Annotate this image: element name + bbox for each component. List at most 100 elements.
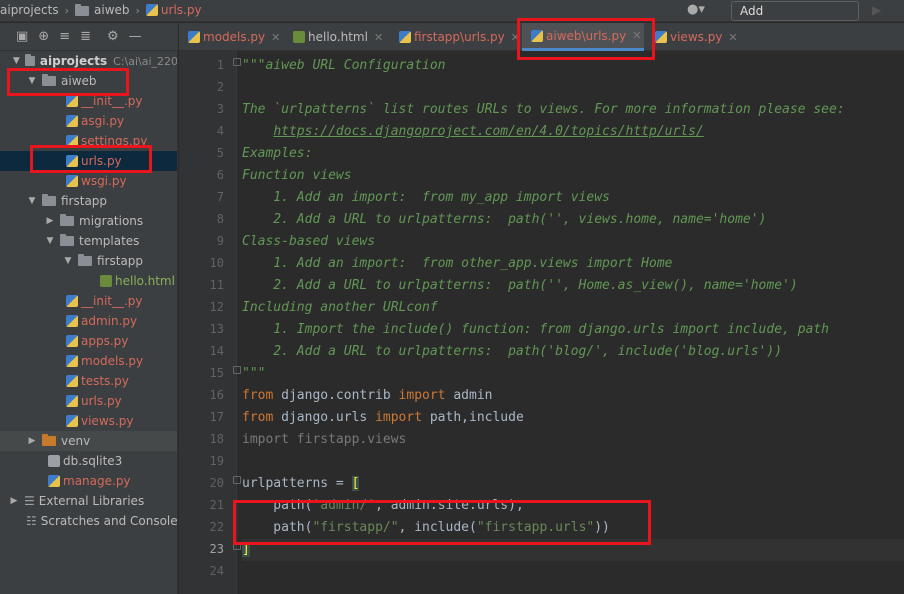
chevron-right-icon[interactable]: ▶	[26, 436, 38, 446]
gear-icon[interactable]: ⚙	[107, 29, 119, 44]
code-line[interactable]: 1. Add an import: from my_app import vie…	[242, 187, 610, 209]
tab-hello-html[interactable]: hello.html ✕	[284, 23, 390, 51]
tab-aiweb-urls[interactable]: aiweb\urls.py ✕	[522, 23, 644, 51]
tree-item-file[interactable]: admin.py	[0, 311, 177, 331]
code-line[interactable]: 2. Add a URL to urlpatterns: path('blog/…	[242, 341, 782, 363]
code-line[interactable]: Examples:	[242, 143, 312, 165]
tree-item-file[interactable]: manage.py	[0, 471, 177, 491]
tree-item-file[interactable]: tests.py	[0, 371, 177, 391]
line-number: 22	[209, 520, 224, 534]
python-file-icon	[66, 175, 78, 187]
code-line[interactable]: 2. Add a URL to urlpatterns: path('', Ho…	[242, 275, 798, 297]
tree-item-file[interactable]: models.py	[0, 351, 177, 371]
user-icon[interactable]: ●▾	[687, 2, 713, 20]
python-file-icon	[66, 415, 78, 427]
tree-item-file[interactable]: views.py	[0, 411, 177, 431]
tree-item-file[interactable]: asgi.py	[0, 111, 177, 131]
line-number: 4	[216, 124, 224, 138]
code-token: 2. Add a URL to urlpatterns: path('', Ho…	[242, 278, 798, 293]
tab-models[interactable]: models.py ✕	[179, 23, 284, 51]
code-line[interactable]: urlpatterns = [	[242, 473, 360, 495]
fold-icon[interactable]	[233, 58, 241, 66]
tree-item-firstapp[interactable]: ▼ firstapp	[0, 191, 177, 211]
tree-item-root[interactable]: ▼ aiprojects C:\ai\ai_220	[0, 51, 177, 71]
line-number: 20	[209, 476, 224, 490]
project-view-icon[interactable]: ▣	[16, 29, 28, 44]
tree-item-file-selected[interactable]: urls.py	[0, 151, 177, 171]
tab-firstapp-urls[interactable]: firstapp\urls.py ✕	[390, 23, 520, 51]
tree-item-file[interactable]: urls.py	[0, 391, 177, 411]
minimize-icon[interactable]: —	[129, 29, 142, 44]
tree-item-external-libraries[interactable]: ▶ ☰ External Libraries	[0, 491, 177, 511]
close-icon[interactable]: ✕	[511, 31, 520, 44]
chevron-right-icon[interactable]: ▶	[44, 216, 56, 226]
python-file-icon	[399, 31, 411, 43]
code-line[interactable]: path('admin/', admin.site.urls),	[242, 495, 524, 517]
chevron-right-icon[interactable]: ▶	[8, 496, 20, 506]
code-line[interactable]: """aiweb URL Configuration	[242, 55, 446, 77]
close-icon[interactable]: ✕	[271, 31, 280, 44]
code-line[interactable]: """	[242, 363, 265, 385]
tab-views[interactable]: views.py ✕	[646, 23, 746, 51]
tree-item-file[interactable]: apps.py	[0, 331, 177, 351]
code-line[interactable]: 1. Import the include() function: from d…	[242, 319, 829, 341]
tree-item-venv[interactable]: ▶ venv	[0, 431, 177, 451]
tree-item-templates[interactable]: ▼ templates	[0, 231, 177, 251]
tree-item-file[interactable]: hello.html	[0, 271, 177, 291]
collapse-all-icon[interactable]: ≣	[80, 29, 91, 44]
breadcrumb-root[interactable]: aiprojects	[0, 3, 59, 17]
line-number-gutter[interactable]: 1 2 3 4 5 6 7 8 9 10 11 12 13 14 15 16 17 18 19 20 21 22 23 24	[179, 51, 237, 594]
code-line[interactable]: from django.urls import path,include	[242, 407, 524, 429]
line-number: 12	[209, 300, 224, 314]
fold-icon[interactable]	[233, 366, 241, 374]
run-icon[interactable]: ▶	[872, 3, 881, 17]
code-token: ]	[242, 542, 250, 557]
chevron-down-icon[interactable]: ▼	[62, 256, 74, 266]
code-line[interactable]: Including another URLconf	[242, 297, 438, 319]
editor-tabs: models.py ✕ hello.html ✕ firstapp\urls.p…	[179, 23, 904, 51]
fold-icon[interactable]	[233, 476, 241, 484]
tree-item-file[interactable]: db.sqlite3	[0, 451, 177, 471]
code-line[interactable]: Class-based views	[242, 231, 375, 253]
tree-item-scratches[interactable]: ☷ Scratches and Consoles	[0, 511, 177, 531]
locate-icon[interactable]: ⊕	[38, 29, 49, 44]
folder-icon	[75, 4, 89, 16]
fold-icon[interactable]	[233, 542, 241, 550]
folder-icon	[24, 54, 35, 66]
line-number: 17	[209, 410, 224, 424]
tree-item-templates-firstapp[interactable]: ▼ firstapp	[0, 251, 177, 271]
breadcrumb-file[interactable]: urls.py	[161, 3, 202, 17]
expand-all-icon[interactable]: ≡	[59, 29, 70, 44]
code-line[interactable]: from django.contrib import admin	[242, 385, 492, 407]
tree-item-file[interactable]: wsgi.py	[0, 171, 177, 191]
code-line[interactable]: The `urlpatterns` list routes URLs to vi…	[242, 99, 845, 121]
chevron-down-icon[interactable]: ▼	[26, 76, 38, 86]
tree-item-file[interactable]: settings.py	[0, 131, 177, 151]
code-line[interactable]: ]	[242, 539, 904, 561]
chevron-right-icon: ›	[135, 3, 140, 17]
close-icon[interactable]: ✕	[728, 31, 737, 44]
chevron-down-icon[interactable]: ▼	[44, 236, 56, 246]
python-file-icon	[66, 335, 78, 347]
close-icon[interactable]: ✕	[632, 29, 641, 42]
tree-item-aiweb[interactable]: ▼ aiweb	[0, 71, 177, 91]
tree-item-file[interactable]: __init__.py	[0, 91, 177, 111]
code-line[interactable]: Function views	[242, 165, 352, 187]
code-line[interactable]: import firstapp.views	[242, 429, 406, 451]
breadcrumb-folder[interactable]: aiweb	[94, 3, 130, 17]
close-icon[interactable]: ✕	[374, 31, 383, 44]
code-editor[interactable]: """aiweb URL Configuration The `urlpatter…	[242, 51, 904, 594]
chevron-down-icon[interactable]: ▼	[12, 56, 21, 66]
tree-item-file[interactable]: __init__.py	[0, 291, 177, 311]
code-line[interactable]: https://docs.djangoproject.com/en/4.0/to…	[242, 121, 703, 143]
line-number: 2	[216, 80, 224, 94]
chevron-down-icon[interactable]: ▼	[26, 196, 38, 206]
line-number: 6	[216, 168, 224, 182]
line-number: 24	[209, 564, 224, 578]
code-line[interactable]: path("firstapp/", include("firstapp.urls…	[242, 517, 610, 539]
code-line[interactable]: 1. Add an import: from other_app.views i…	[242, 253, 672, 275]
add-configuration-button[interactable]: Add Configuration...	[731, 1, 859, 36]
folder-icon	[60, 214, 74, 226]
tree-item-migrations[interactable]: ▶ migrations	[0, 211, 177, 231]
code-line[interactable]: 2. Add a URL to urlpatterns: path('', vi…	[242, 209, 766, 231]
